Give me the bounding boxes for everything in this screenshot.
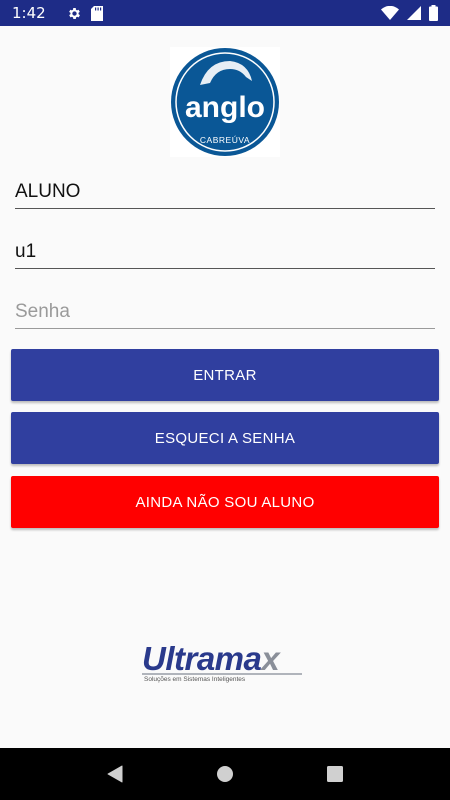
wifi-icon: [381, 6, 399, 20]
school-logo: anglo CABREÚVA: [170, 47, 280, 157]
svg-text:CABREÚVA: CABREÚVA: [200, 135, 250, 145]
recents-icon[interactable]: [315, 754, 355, 794]
status-bar: 1:42: [0, 0, 450, 26]
battery-icon: [429, 5, 438, 21]
password-field[interactable]: [15, 301, 435, 329]
cell-signal-icon: [407, 6, 421, 20]
password-input[interactable]: [15, 301, 435, 328]
forgot-password-button[interactable]: ESQUECI A SENHA: [11, 412, 439, 464]
status-time: 1:42: [12, 4, 46, 22]
gear-icon: [67, 6, 82, 21]
user-id-field[interactable]: [15, 241, 435, 269]
home-icon[interactable]: [205, 754, 245, 794]
navigation-bar: [0, 748, 450, 800]
ultramax-underline: [142, 673, 302, 675]
user-id-input[interactable]: [15, 241, 435, 268]
ultramax-tagline: Soluções em Sistemas Inteligentes: [144, 676, 246, 683]
svg-text:anglo: anglo: [185, 91, 265, 124]
enter-button[interactable]: ENTRAR: [11, 349, 439, 401]
back-icon[interactable]: [95, 754, 135, 794]
user-type-input[interactable]: [15, 181, 435, 208]
ultramax-main: Ultrama: [142, 640, 262, 677]
not-student-button[interactable]: AINDA NÃO SOU ALUNO: [11, 476, 439, 528]
ultramax-x: x: [261, 640, 280, 677]
ultramax-logo: Ultramax Soluções em Sistemas Inteligent…: [140, 640, 310, 690]
user-type-field[interactable]: [15, 181, 435, 209]
sd-card-icon: [90, 5, 103, 21]
